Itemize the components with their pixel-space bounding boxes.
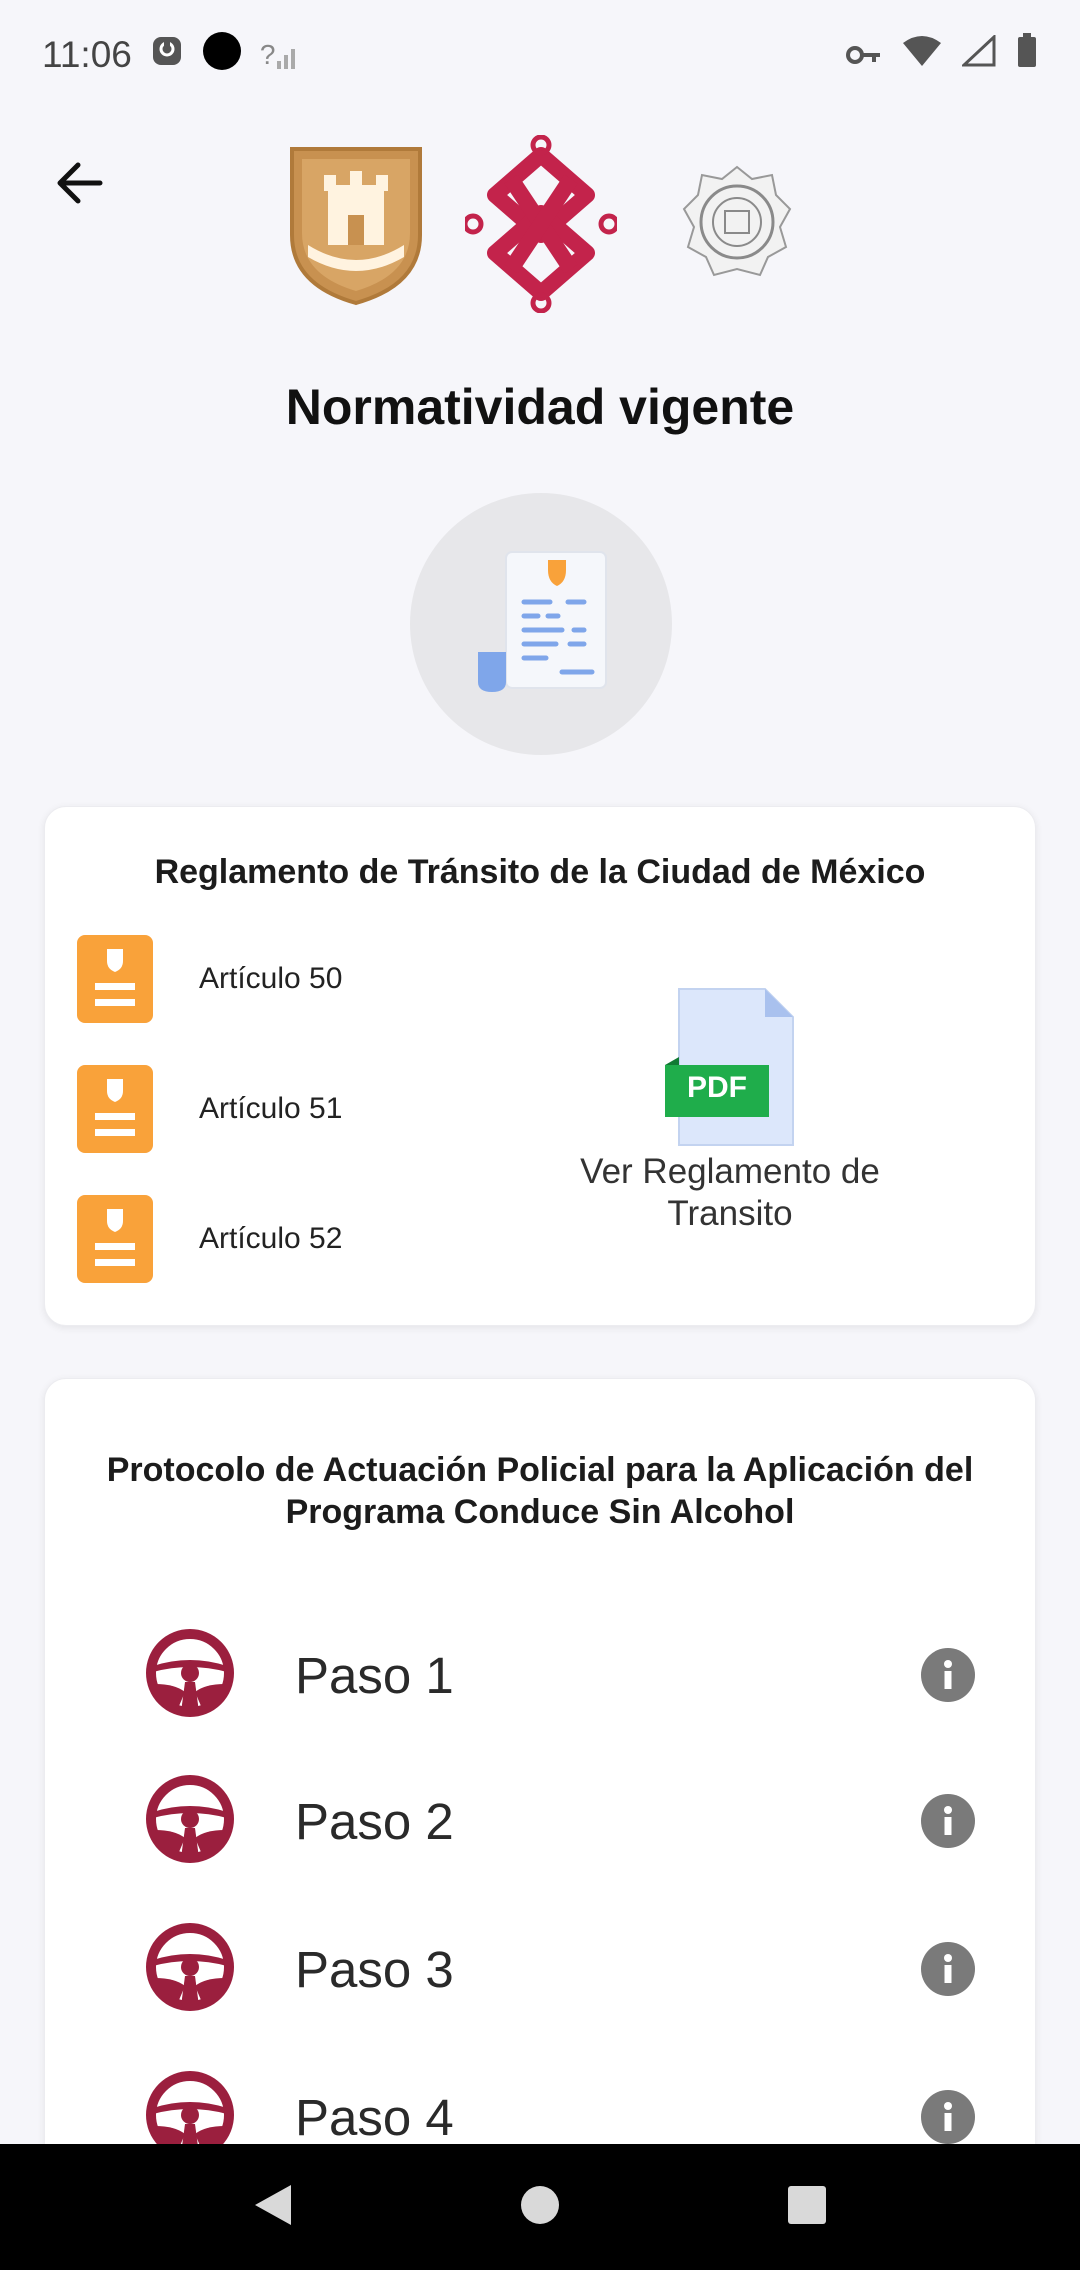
info-icon[interactable] [921,1794,975,1848]
article-label: Artículo 51 [199,1092,343,1125]
wifi-icon [902,34,942,76]
regulation-card-title: Reglamento de Tránsito de la Ciudad de M… [154,853,926,891]
status-time: 11:06 [42,34,132,75]
document-icon [466,542,616,707]
signal-question-mark: ? [259,39,276,70]
view-regulation-pdf-button[interactable]: PDF Ver Reglamento de Transito [515,987,945,1247]
pdf-label: Ver Reglamento de Transito [580,1152,880,1233]
step-label: Paso 1 [295,1646,454,1704]
steering-wheel-icon [145,1628,235,1723]
article-item-51[interactable]: Artículo 51 [77,1065,342,1153]
police-badge-logo [682,165,792,284]
square-recents-icon [787,2185,827,2230]
step-label: Paso 4 [295,2088,454,2146]
hero-illustration [410,493,672,755]
no-signal-icon: ? [260,39,302,71]
step-row-2[interactable]: Paso 2 [145,1771,975,1871]
step-row-1[interactable]: Paso 1 [145,1625,975,1725]
info-icon[interactable] [921,1648,975,1702]
nav-home-button[interactable] [510,2177,570,2237]
nav-recents-button[interactable] [777,2177,837,2237]
step-label: Paso 2 [295,1792,454,1850]
protocol-card: Protocolo de Actuación Policial para la … [44,1378,1036,2270]
steering-wheel-icon [145,1774,235,1869]
circle-home-icon [520,2185,560,2230]
step-label: Paso 3 [295,1940,454,1998]
battery-icon [1016,32,1038,78]
status-bar: 11:06 ? [0,0,1080,110]
steering-wheel-icon [145,1922,235,2017]
nav-back-button[interactable] [243,2177,303,2237]
document-badge-icon [77,1195,153,1283]
vpn-key-icon [846,34,882,76]
triangle-back-icon [251,2181,295,2234]
step-row-3[interactable]: Paso 3 [145,1919,975,2019]
cell-signal-icon [960,33,996,76]
info-icon[interactable] [921,2090,975,2144]
article-item-52[interactable]: Artículo 52 [77,1195,342,1283]
article-label: Artículo 52 [199,1222,343,1255]
protocol-card-title: Protocolo de Actuación Policial para la … [106,1451,974,1531]
article-item-50[interactable]: Artículo 50 [77,935,342,1023]
regulation-card: Reglamento de Tránsito de la Ciudad de M… [44,806,1036,1326]
system-nav-bar [0,2144,1080,2270]
notification-icon [150,34,184,77]
page-title: Normatividad vigente [285,379,795,435]
cdmx-shield-logo [288,145,424,312]
info-icon[interactable] [921,1942,975,1996]
pdf-badge-text: PDF [687,1071,747,1104]
document-badge-icon [77,1065,153,1153]
header-logos [0,134,1080,318]
cdmx-red-emblem-logo [462,134,620,318]
pdf-icon: PDF [665,987,795,1147]
document-badge-icon [77,935,153,1023]
record-dot-icon [202,31,242,80]
article-label: Artículo 50 [199,962,343,995]
